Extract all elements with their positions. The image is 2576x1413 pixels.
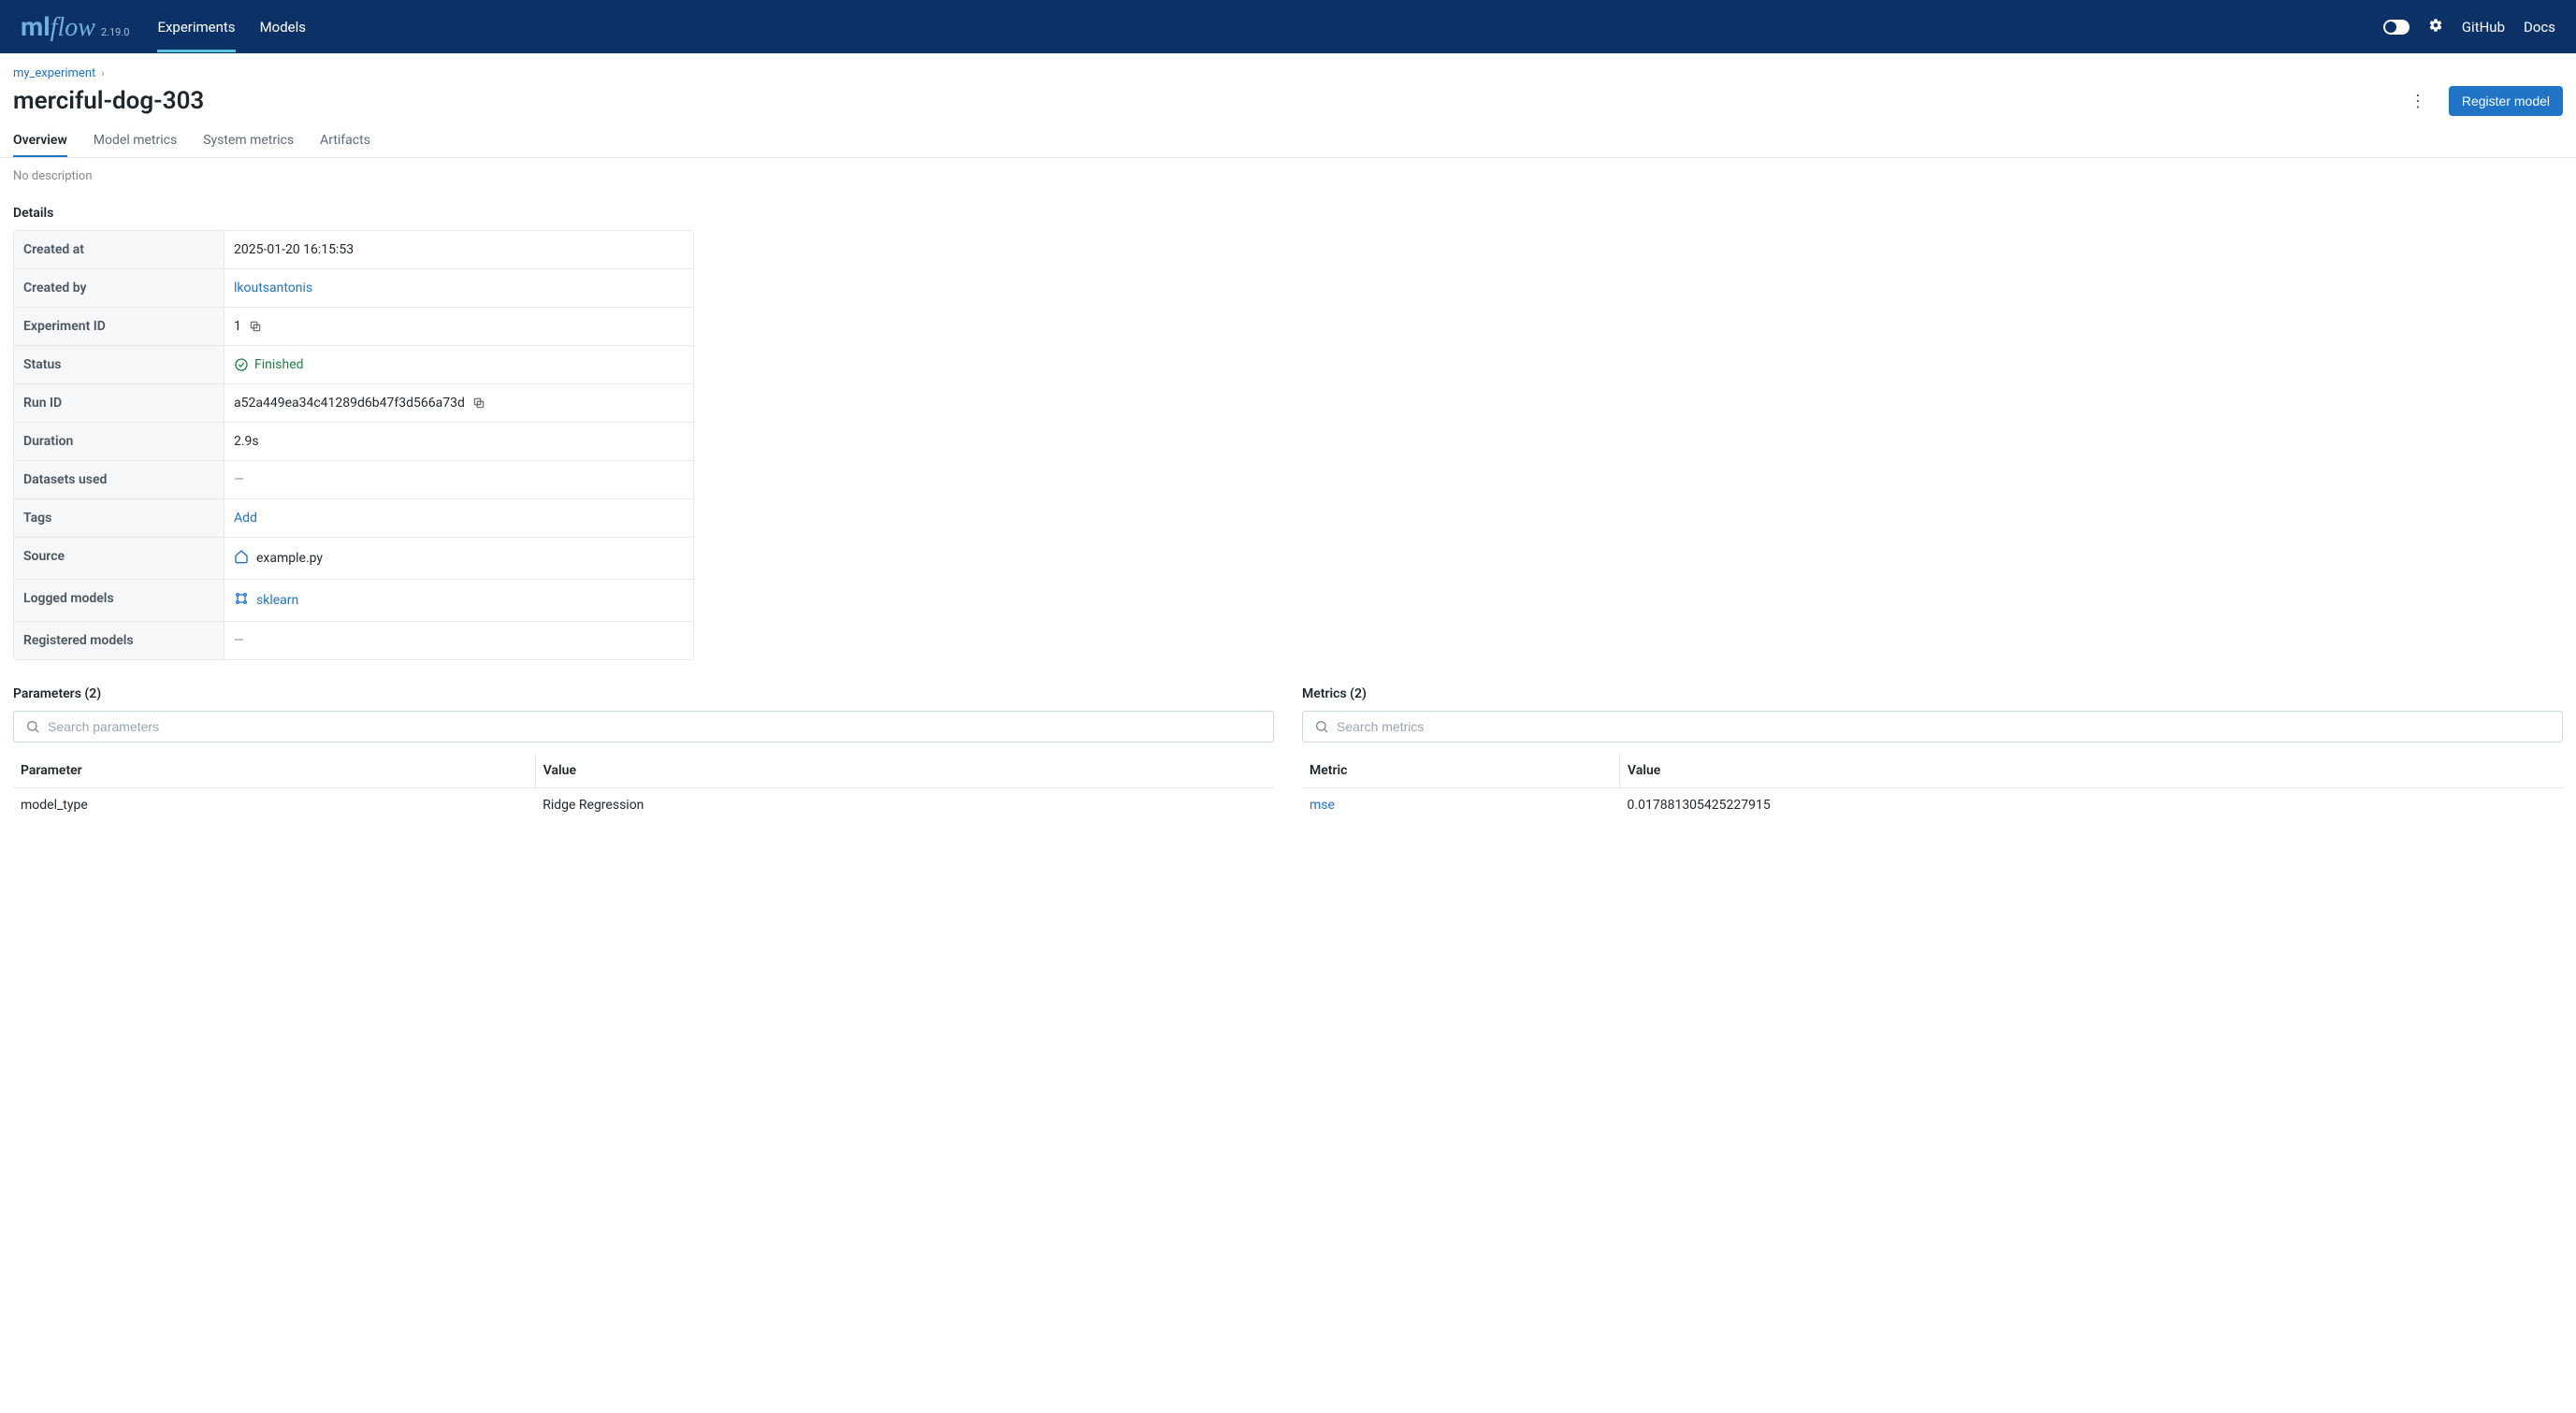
duration-value: 2.9s: [224, 423, 693, 460]
metrics-table: Metric Value mse 0.017881305425227915: [1302, 754, 2563, 822]
parameters-col-name: Parameter: [13, 754, 535, 788]
table-row: model_type Ridge Regression: [13, 788, 1274, 823]
details-value-created-at: 2025-01-20 16:15:53: [224, 231, 693, 268]
kebab-menu-icon[interactable]: ⋮: [2402, 88, 2434, 115]
logged-model-link[interactable]: sklearn: [256, 593, 298, 608]
experiment-id-value: 1: [234, 319, 241, 334]
copy-icon[interactable]: [472, 397, 485, 410]
parameters-col-value: Value: [535, 754, 1274, 788]
no-description-label: No description: [13, 169, 2563, 183]
run-tabs: Overview Model metrics System metrics Ar…: [0, 125, 2576, 158]
chevron-right-icon: ›: [101, 67, 104, 79]
registered-empty: —: [234, 633, 244, 648]
metrics-search[interactable]: [1302, 711, 2563, 743]
metric-name-link[interactable]: mse: [1310, 798, 1335, 813]
parameters-table: Parameter Value model_type Ridge Regress…: [13, 754, 1274, 822]
parameters-section: Parameters (2) Parameter Value model_typ…: [13, 686, 1274, 822]
status-badge: Finished: [234, 357, 304, 372]
details-label: Run ID: [14, 384, 224, 422]
top-nav-bar: mlflow 2.19.0 Experiments Models GitHub …: [0, 0, 2576, 53]
register-model-button[interactable]: Register model: [2449, 86, 2563, 116]
github-link[interactable]: GitHub: [2462, 19, 2505, 36]
tab-system-metrics[interactable]: System metrics: [203, 125, 294, 157]
nav-experiments[interactable]: Experiments: [157, 2, 235, 52]
param-name: model_type: [13, 788, 535, 823]
source-value: example.py: [256, 551, 323, 566]
parameters-search[interactable]: [13, 711, 1274, 743]
details-label: Source: [14, 538, 224, 579]
details-label: Experiment ID: [14, 308, 224, 345]
breadcrumb: my_experiment ›: [0, 53, 2576, 86]
tab-artifacts[interactable]: Artifacts: [320, 125, 370, 157]
metrics-col-value: Value: [1620, 754, 2563, 788]
metrics-heading: Metrics (2): [1302, 686, 2563, 701]
details-label: Created by: [14, 269, 224, 307]
search-icon: [1314, 719, 1329, 734]
theme-toggle[interactable]: [2383, 20, 2410, 35]
details-label: Logged models: [14, 580, 224, 621]
details-label: Created at: [14, 231, 224, 268]
details-label: Tags: [14, 499, 224, 537]
search-icon: [25, 719, 40, 734]
home-icon: [234, 549, 249, 568]
model-icon: [234, 591, 249, 610]
parameters-search-input[interactable]: [48, 719, 1262, 734]
datasets-empty: —: [234, 472, 244, 487]
check-circle-icon: [234, 357, 249, 372]
details-label: Status: [14, 346, 224, 383]
created-by-link[interactable]: lkoutsantonis: [234, 281, 312, 296]
param-value: Ridge Regression: [535, 788, 1274, 823]
details-label: Datasets used: [14, 461, 224, 498]
details-label: Duration: [14, 423, 224, 460]
details-heading: Details: [13, 206, 2563, 221]
metrics-col-name: Metric: [1302, 754, 1620, 788]
metric-value: 0.017881305425227915: [1620, 788, 2563, 823]
metrics-search-input[interactable]: [1337, 719, 2551, 734]
metrics-section: Metrics (2) Metric Value mse 0.017881305…: [1302, 686, 2563, 822]
tab-overview[interactable]: Overview: [13, 125, 67, 157]
page-title: merciful-dog-303: [13, 87, 204, 115]
docs-link[interactable]: Docs: [2524, 19, 2555, 36]
copy-icon[interactable]: [249, 320, 262, 333]
details-label: Registered models: [14, 622, 224, 659]
gear-icon[interactable]: [2428, 18, 2443, 36]
details-table: Created at 2025-01-20 16:15:53 Created b…: [13, 230, 694, 660]
nav-models[interactable]: Models: [260, 2, 306, 52]
tab-model-metrics[interactable]: Model metrics: [94, 125, 177, 157]
version-label: 2.19.0: [101, 26, 130, 38]
mlflow-logo[interactable]: mlflow 2.19.0: [21, 11, 129, 43]
table-row: mse 0.017881305425227915: [1302, 788, 2563, 823]
add-tag-link[interactable]: Add: [234, 511, 257, 526]
run-id-value: a52a449ea34c41289d6b47f3d566a73d: [234, 396, 465, 411]
breadcrumb-experiment-link[interactable]: my_experiment: [13, 66, 95, 80]
parameters-heading: Parameters (2): [13, 686, 1274, 701]
